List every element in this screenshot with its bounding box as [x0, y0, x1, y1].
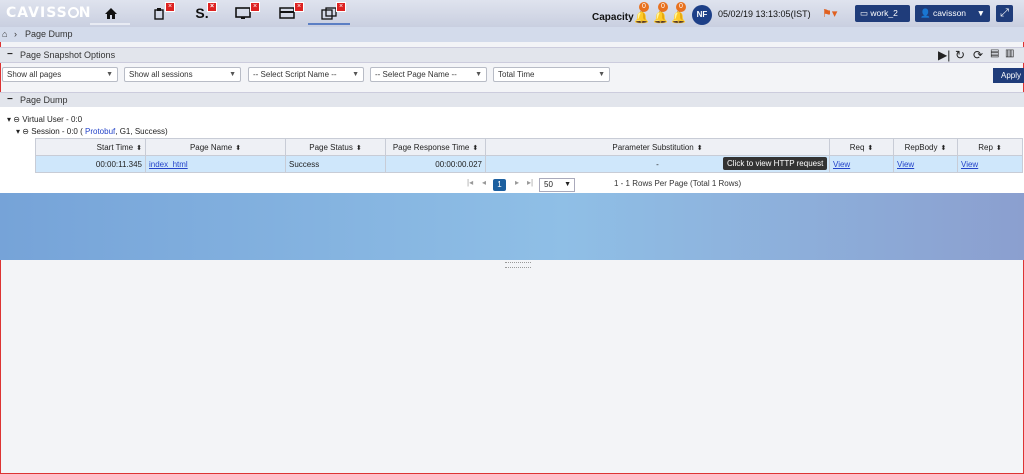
panel-title: Page Snapshot Options: [20, 50, 116, 60]
datetime: 05/02/19 13:13:05(IST): [718, 9, 811, 19]
monitor-icon[interactable]: ×: [235, 2, 260, 21]
pager-info: 1 - 1 Rows Per Page (Total 1 Rows): [614, 179, 742, 188]
alert-count: 0: [658, 2, 668, 12]
analysis-icon[interactable]: ×: [152, 2, 175, 21]
first-page-icon[interactable]: |◂: [467, 178, 473, 187]
active-tab-underline: [308, 23, 350, 25]
req-view-link[interactable]: View: [833, 160, 850, 169]
req-cell: View: [829, 155, 894, 173]
page-status-cell: Success: [285, 155, 386, 173]
start-time-cell: 00:00:11.345: [35, 155, 146, 173]
window-icon[interactable]: ×: [321, 2, 346, 21]
page-title: Page Dump: [25, 29, 73, 39]
card-icon[interactable]: ×: [279, 2, 304, 21]
page-dump-header[interactable]: − Page Dump: [0, 92, 1024, 108]
script-name-select[interactable]: -- Select Script Name -- ▼: [248, 67, 364, 82]
banner-area: [0, 193, 1024, 260]
workspace-button[interactable]: ▭ work_2: [855, 5, 910, 22]
expand-icon[interactable]: ⤢: [996, 5, 1013, 22]
breadcrumb: ⌂ › Page Dump: [0, 27, 1024, 42]
column-header[interactable]: Page Name ⬍: [145, 138, 286, 156]
response-time-cell: 00:00:00.027: [385, 155, 486, 173]
rep-view-link[interactable]: View: [961, 160, 978, 169]
panel-title: Page Dump: [20, 95, 68, 105]
collapse-icon[interactable]: −: [7, 94, 13, 105]
rep-cell: View: [957, 155, 1023, 173]
refresh-icon[interactable]: ↻: [955, 48, 965, 62]
sessions-select[interactable]: Show all sessions ▼: [124, 67, 241, 82]
flag-icon[interactable]: ⚑▾: [822, 7, 837, 20]
repbody-cell: View: [893, 155, 958, 173]
column-header[interactable]: Start Time ⬍: [35, 138, 146, 156]
word-icon[interactable]: ▥: [1005, 48, 1014, 59]
alert-count: 0: [676, 2, 686, 12]
bell-icon[interactable]: 🔔 0: [671, 2, 686, 24]
next-page-icon[interactable]: ▸: [515, 178, 519, 187]
pages-select[interactable]: Show all pages ▼: [2, 67, 118, 82]
page-name-link[interactable]: index_html: [149, 160, 188, 169]
chevron-right-icon: ›: [14, 29, 17, 39]
column-header[interactable]: Page Status ⬍: [285, 138, 386, 156]
user-menu-button[interactable]: 👤 cavisson ▼: [915, 5, 990, 22]
page-name-select[interactable]: -- Select Page Name -- ▼: [370, 67, 487, 82]
page-dump-table: Start Time ⬍ Page Name ⬍ Page Status ⬍ Page…: [35, 138, 1023, 173]
prev-page-icon[interactable]: ◂: [482, 178, 486, 187]
capacity-label: Capacity: [592, 12, 634, 23]
close-tab-icon[interactable]: ×: [294, 2, 304, 12]
close-tab-icon[interactable]: ×: [250, 2, 260, 12]
avatar[interactable]: NF: [692, 5, 712, 25]
snapshot-options-header[interactable]: − Page Snapshot Options: [0, 47, 1024, 63]
bell-icon[interactable]: 🔔 0: [653, 2, 668, 24]
column-header[interactable]: RepBody ⬍: [893, 138, 958, 156]
table-row[interactable]: 00:00:11.345 index_html Success 00:00:00…: [35, 155, 1023, 173]
top-bar: CAVISS N × S. × × × × Capacity 🔔 0 🔔 0 🔔 0 NF…: [0, 0, 1024, 28]
column-header[interactable]: Page Response Time ⬍: [385, 138, 486, 156]
bell-icon[interactable]: 🔔 0: [634, 2, 649, 24]
page-name-cell: index_html: [145, 155, 286, 173]
collapse-icon[interactable]: −: [7, 49, 13, 60]
close-tab-icon[interactable]: ×: [165, 2, 175, 12]
tooltip: Click to view HTTP request: [723, 157, 828, 170]
apply-button[interactable]: Apply: [993, 68, 1024, 83]
virtual-user-node[interactable]: ▾ ⊖ Virtual User - 0:0: [7, 115, 82, 124]
reload-icon[interactable]: ⟳: [973, 48, 983, 62]
tab-underline: [90, 23, 130, 25]
repbody-view-link[interactable]: View: [897, 160, 914, 169]
time-select[interactable]: Total Time ▼: [493, 67, 610, 82]
minus-circle-icon: ⊖: [13, 115, 20, 124]
current-page[interactable]: 1: [493, 179, 506, 191]
close-tab-icon[interactable]: ×: [207, 2, 217, 12]
play-next-icon[interactable]: ▶|: [938, 48, 950, 62]
minus-circle-icon: ⊖: [22, 127, 29, 136]
home-icon[interactable]: ⌂: [2, 29, 7, 39]
column-header[interactable]: Req ⬍: [829, 138, 894, 156]
column-header[interactable]: Rep ⬍: [957, 138, 1023, 156]
close-tab-icon[interactable]: ×: [336, 2, 346, 12]
last-page-icon[interactable]: ▸|: [527, 178, 533, 187]
home-icon[interactable]: [103, 5, 119, 21]
column-header[interactable]: Parameter Substitution ⬍: [485, 138, 830, 156]
alert-count: 0: [639, 2, 649, 12]
cavisson-logo: CAVISS N: [6, 5, 92, 21]
s-icon[interactable]: S. ×: [195, 2, 217, 21]
session-node[interactable]: ▾ ⊖ Session - 0:0 ( Protobuf, G1, Succes…: [16, 127, 168, 136]
pdf-icon[interactable]: ▤: [990, 48, 999, 59]
script-link[interactable]: Protobuf: [85, 127, 115, 136]
rows-per-page-select[interactable]: 50 ▼: [539, 178, 575, 192]
resize-grip[interactable]: [505, 262, 531, 268]
